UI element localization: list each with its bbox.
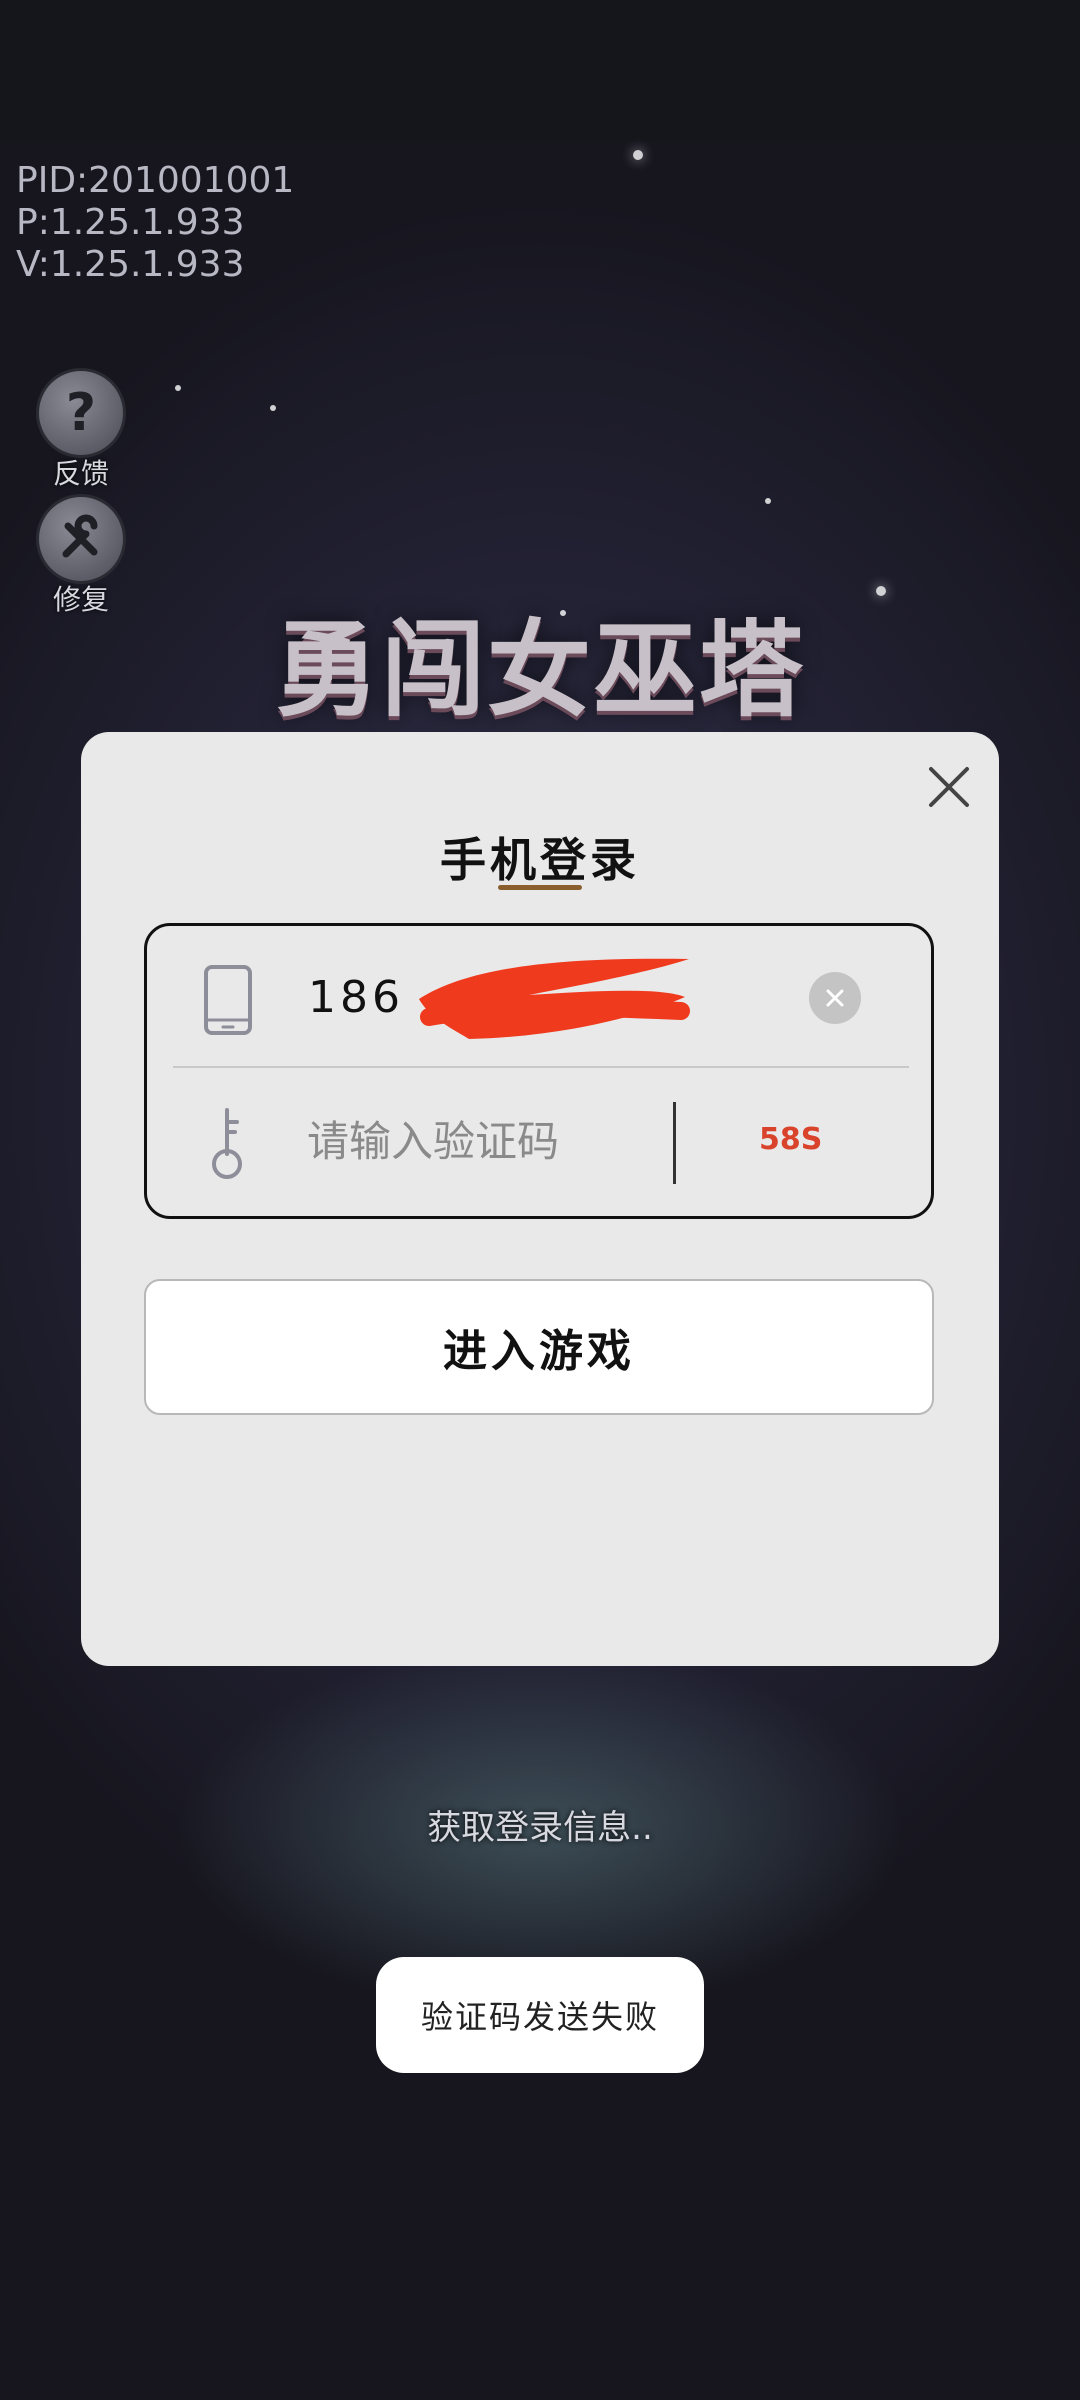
loading-status-text: 获取登录信息.. — [427, 1808, 653, 1848]
status-bar — [0, 0, 1080, 142]
login-screen: PID:201001001 P:1.25.1.933 V:1.25.1.933 … — [0, 0, 1080, 2400]
title-underline — [498, 885, 582, 890]
verification-code-input[interactable] — [305, 1104, 649, 1178]
star-decoration — [765, 498, 771, 504]
clear-phone-button[interactable] — [809, 972, 861, 1024]
phone-number-field[interactable]: 186 — [308, 972, 404, 1023]
login-dialog: 手机登录 186 请输入验证码 58S 进入游戏 — [81, 732, 999, 1666]
feedback-button[interactable]: ? 反馈 — [36, 368, 126, 492]
game-logo: 勇闯女巫塔 — [274, 608, 805, 731]
input-divider — [673, 1102, 676, 1184]
question-icon: ? — [36, 368, 126, 458]
login-form: 186 58S — [144, 923, 934, 1219]
enter-game-button[interactable]: 进入游戏 — [144, 1279, 934, 1415]
resend-countdown[interactable]: 58S — [759, 1122, 822, 1157]
error-toast: 验证码发送失败 — [376, 1957, 704, 2073]
dialog-title: 手机登录 — [440, 833, 640, 887]
close-button[interactable] — [919, 757, 979, 817]
close-icon — [929, 767, 969, 807]
star-decoration — [270, 405, 276, 411]
clear-icon — [826, 989, 844, 1007]
star-decoration — [633, 150, 643, 160]
repair-label: 修复 — [52, 583, 109, 616]
feedback-label: 反馈 — [52, 457, 109, 490]
pid-text: PID:201001001 — [16, 160, 295, 201]
p-version-text: P:1.25.1.933 — [16, 202, 245, 243]
phone-icon — [204, 965, 252, 1035]
version-info: PID:201001001 P:1.25.1.933 V:1.25.1.933 — [16, 160, 294, 286]
v-version-text: V:1.25.1.933 — [16, 244, 245, 285]
key-icon — [212, 1108, 242, 1179]
wrench-icon — [36, 494, 126, 584]
repair-button[interactable]: 修复 — [36, 494, 126, 618]
star-decoration — [175, 385, 181, 391]
redaction-mark — [419, 958, 690, 1039]
row-divider — [173, 1066, 909, 1068]
